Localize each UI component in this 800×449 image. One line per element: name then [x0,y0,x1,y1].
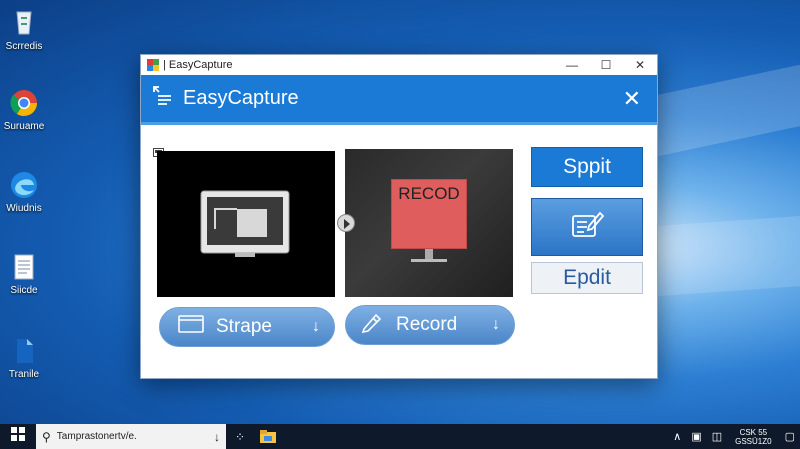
edge-icon [9,170,39,200]
search-text: Tamprastonertv/e. [56,431,137,442]
desktop-icon-label: Scrredis [5,41,43,52]
document-icon [9,252,39,282]
close-button[interactable]: ✕ [623,55,657,75]
epdit-button[interactable]: Epdit [531,262,643,294]
download-arrow-icon: ↓ [312,318,320,335]
edit-icon-button[interactable] [531,198,643,256]
download-icon: ↓ [214,429,220,444]
clock[interactable]: CSK 55 GSSÜ1Z0 [735,428,771,446]
window-title: | EasyCapture [163,59,233,71]
file-explorer-icon[interactable] [254,430,282,443]
display-icon[interactable]: ▣ [691,430,701,443]
record-label: Record [396,314,458,335]
download-arrow-icon: ↓ [492,316,500,333]
app-icon [147,59,159,71]
taskbar: ⚲ Tamprastonertv/e. ↓ ⁘ ∧ ▣ ◫ CSK 55 GSS… [0,424,800,449]
strape-button[interactable]: Strape ↓ [159,307,335,347]
pencil-icon [360,311,384,339]
clock-line-1: CSK 55 [739,427,768,437]
desktop-icon-label: Wiudnis [6,203,42,214]
chevron-up-icon[interactable]: ∧ [673,430,681,443]
system-tray: ∧ ▣ ◫ CSK 55 GSSÜ1Z0 ▢ [668,428,800,446]
play-arrow-icon[interactable] [337,214,355,232]
chrome-icon [9,88,39,118]
record-screen: RECOD [391,179,467,249]
capture-icon [151,84,175,113]
clock-line-2: GSSÜ1Z0 [735,436,772,446]
taskbar-search[interactable]: ⚲ Tamprastonertv/e. ↓ [36,424,226,449]
windows-logo-icon [11,427,25,446]
record-stand [425,249,433,259]
strape-label: Strape [216,316,272,337]
edit-icon [569,208,605,246]
desktop-icon-label: Siicde [10,285,38,296]
record-base [411,259,447,262]
maximize-button[interactable]: ☐ [589,55,623,75]
monitor-icon [200,190,290,257]
desktop-icon-edge[interactable]: Wiudnis [2,170,46,214]
desktop-icon-label: Tranile [8,369,40,380]
easycapture-window: | EasyCapture — ☐ ✕ EasyCapture ✕ RECOD [140,54,658,379]
desktop-icon-recycle[interactable]: Scrredis [2,8,46,52]
window-icon [178,314,204,340]
desktop-icon-chrome[interactable]: Suruame [2,88,46,132]
desktop-icon-file[interactable]: Tranile [2,336,46,380]
screenshot-preview[interactable] [157,151,335,297]
search-icon: ⚲ [42,429,51,444]
sppit-button[interactable]: Sppit [531,147,643,187]
app-header: EasyCapture ✕ [141,75,657,125]
record-preview[interactable]: RECOD [345,149,513,297]
app-title: EasyCapture [183,87,299,109]
file-icon [9,336,39,366]
header-close-icon[interactable]: ✕ [623,86,641,112]
recycle-bin-icon [9,8,39,38]
record-screen-label: RECOD [398,184,460,203]
notification-icon[interactable]: ▢ [785,430,795,443]
start-button[interactable] [0,427,36,446]
speaker-icon[interactable]: ◫ [712,430,722,443]
window-titlebar[interactable]: | EasyCapture — ☐ ✕ [141,55,657,75]
task-view-icon[interactable]: ⁘ [226,430,254,444]
desktop-icon-label: Suruame [3,121,45,132]
minimize-button[interactable]: — [555,55,589,75]
record-button[interactable]: Record ↓ [345,305,515,345]
desktop-icon-document[interactable]: Siicde [2,252,46,296]
